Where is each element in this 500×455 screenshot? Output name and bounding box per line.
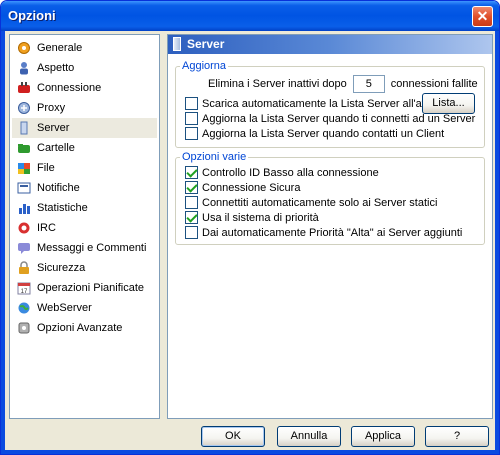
nav-item-label: Connessione [37,82,102,94]
nav-item-label: Cartelle [37,142,75,154]
nav-item-sicurezza[interactable]: Sicurezza [12,258,157,278]
options-nav-list: Generale Aspetto Connessione Proxy Serve… [9,34,160,419]
connection-icon [16,80,32,96]
update-on-client-row[interactable]: Aggiorna la Lista Server quando contatti… [185,127,444,140]
nav-item-label: Server [37,122,70,134]
nav-item-label: Proxy [37,102,66,114]
nav-item-label: Notifiche [37,182,80,194]
remove-inactive-row: Elimina i Server inattivi dopo connessio… [208,75,478,93]
static-servers-only-checkbox[interactable] [185,196,198,209]
help-button[interactable]: ? [425,426,489,447]
nav-item-irc[interactable]: IRC [12,218,157,238]
panel-title: Server [187,37,225,51]
update-on-client-label: Aggiorna la Lista Server quando contatti… [202,127,445,140]
nav-item-messaggi[interactable]: Messaggi e Commenti [12,238,157,258]
failed-connections-input[interactable] [352,75,385,93]
nav-item-statistiche[interactable]: Statistiche [12,198,157,218]
remove-inactive-suffix: connessioni fallite [390,78,478,90]
statistics-icon [16,200,32,216]
option-label: Connessione Sicura [202,181,301,194]
option-row[interactable]: Dai automaticamente Priorità "Alta" ai S… [185,226,462,239]
nav-item-label: Aspetto [37,62,75,74]
calendar-icon: 17 [16,280,32,296]
svg-text:17: 17 [21,289,28,295]
window-frame-left [1,31,5,454]
nav-item-label: Messaggi e Commenti [37,242,147,254]
update-on-client-checkbox[interactable] [185,127,198,140]
notification-icon [16,180,32,196]
title-bar[interactable]: Opzioni ✕ [1,1,499,31]
globe-icon [16,300,32,316]
nav-item-label: Opzioni Avanzate [37,322,123,334]
gear-icon [16,40,32,56]
server-icon [16,120,32,136]
update-on-connect-checkbox[interactable] [185,112,198,125]
option-label: Dai automaticamente Priorità "Alta" ai S… [202,226,463,239]
option-label: Controllo ID Basso alla connessione [202,166,379,179]
nav-item-label: Statistiche [37,202,88,214]
nav-item-proxy[interactable]: Proxy [12,98,157,118]
file-icon [16,160,32,176]
nav-item-label: Operazioni Pianificate [37,282,145,294]
nav-item-label: Generale [37,42,83,54]
ok-button[interactable]: OK [201,426,265,447]
advanced-icon [16,320,32,336]
low-id-check-checkbox[interactable] [185,166,198,179]
window-frame-bottom [1,450,499,454]
nav-item-aspetto[interactable]: Aspetto [12,58,157,78]
nav-item-server[interactable]: Server [12,118,157,138]
options-window: Opzioni ✕ Generale Aspetto Connessione P… [0,0,500,455]
nav-item-connessione[interactable]: Connessione [12,78,157,98]
nav-item-file[interactable]: File [12,158,157,178]
nav-item-cartelle[interactable]: Cartelle [12,138,157,158]
panel-header: Server [168,35,492,54]
server-icon [173,37,181,51]
option-label: Connettiti automaticamente solo ai Serve… [202,196,438,209]
security-icon [16,260,32,276]
nav-item-webserver[interactable]: WebServer [12,298,157,318]
nav-item-label: IRC [37,222,56,234]
server-settings-panel: Server Aggiorna Elimina i Server inattiv… [167,34,493,419]
irc-icon [16,220,32,236]
window-frame-right [495,31,499,454]
option-row[interactable]: Controllo ID Basso alla connessione [185,166,379,179]
update-on-connect-label: Aggiorna la Lista Server quando ti conne… [202,112,476,125]
high-priority-added-checkbox[interactable] [185,226,198,239]
nav-item-label: File [37,162,55,174]
proxy-icon [16,100,32,116]
cancel-button[interactable]: Annulla [277,426,341,447]
close-button[interactable]: ✕ [472,6,493,27]
window-title: Opzioni [8,8,56,23]
nav-item-avanzate[interactable]: Opzioni Avanzate [12,318,157,338]
download-list-label: Scarica automaticamente la Lista Server … [202,97,442,110]
nav-item-label: WebServer [37,302,92,314]
folder-icon [16,140,32,156]
option-row[interactable]: Connettiti automaticamente solo ai Serve… [185,196,437,209]
download-list-row[interactable]: Scarica automaticamente la Lista Server … [185,97,441,110]
aggiorna-legend: Aggiorna [182,60,227,72]
nav-item-generale[interactable]: Generale [12,38,157,58]
person-icon [16,60,32,76]
messages-icon [16,240,32,256]
apply-button[interactable]: Applica [351,426,415,447]
nav-item-notifiche[interactable]: Notifiche [12,178,157,198]
priority-system-checkbox[interactable] [185,211,198,224]
nav-item-operazioni[interactable]: 17 Operazioni Pianificate [12,278,157,298]
option-label: Usa il sistema di priorità [202,211,319,224]
update-on-connect-row[interactable]: Aggiorna la Lista Server quando ti conne… [185,112,475,125]
download-list-checkbox[interactable] [185,97,198,110]
option-row[interactable]: Connessione Sicura [185,181,300,194]
remove-inactive-prefix: Elimina i Server inattivi dopo [208,78,347,90]
option-row[interactable]: Usa il sistema di priorità [185,211,319,224]
nav-item-label: Sicurezza [37,262,86,274]
secure-connection-checkbox[interactable] [185,181,198,194]
server-list-button[interactable]: Lista... [422,93,475,114]
opzioni-varie-legend: Opzioni varie [182,151,247,163]
